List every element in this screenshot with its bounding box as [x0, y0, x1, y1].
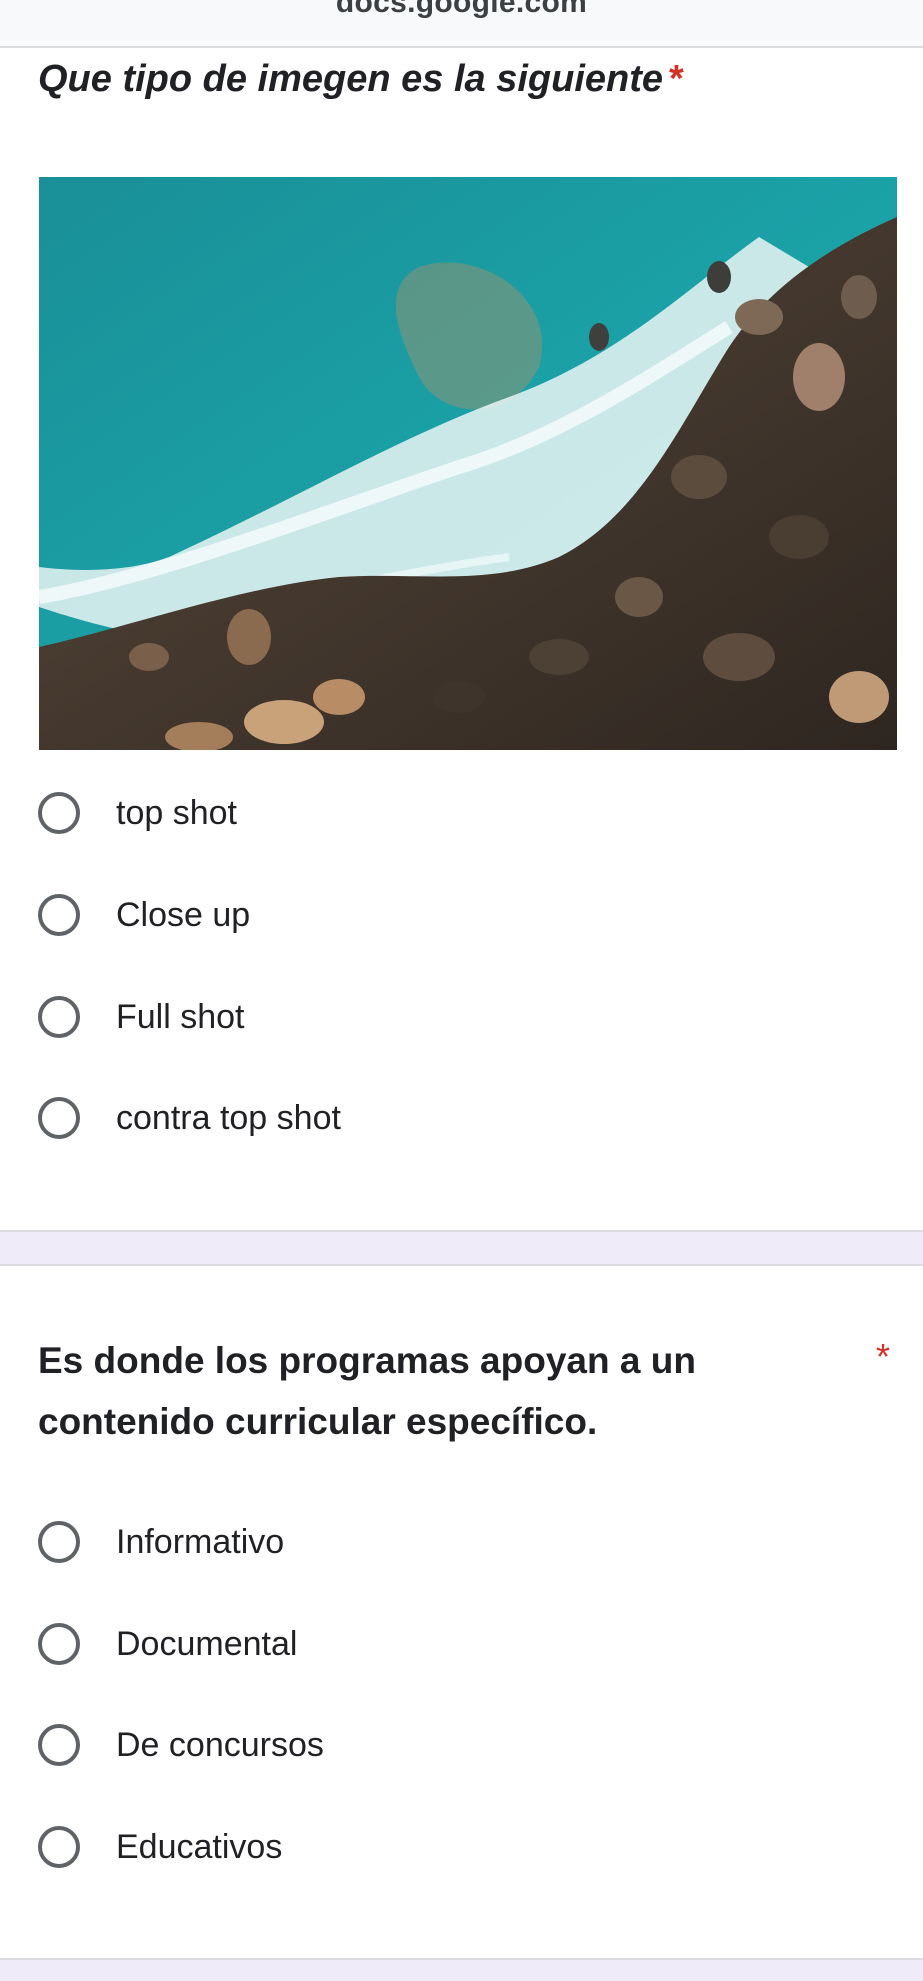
option-label: Close up — [116, 895, 251, 934]
option-close-up[interactable]: Close up — [38, 885, 638, 945]
option-label: De concursos — [116, 1725, 324, 1764]
radio-button-icon[interactable] — [38, 1724, 80, 1766]
option-label: Full shot — [116, 997, 245, 1036]
radio-button-icon[interactable] — [38, 1826, 80, 1868]
question-title-text: Que tipo de imegen es la siguiente — [38, 58, 664, 100]
required-asterisk: * — [876, 1336, 891, 1377]
radio-button-icon[interactable] — [38, 1623, 80, 1665]
option-informativo[interactable]: Informativo — [38, 1512, 638, 1572]
option-top-shot[interactable]: top shot — [38, 783, 638, 843]
option-label: Educativos — [116, 1827, 283, 1866]
option-documental[interactable]: Documental — [38, 1614, 638, 1674]
option-label: contra top shot — [116, 1098, 341, 1137]
radio-button-icon[interactable] — [38, 996, 80, 1038]
option-full-shot[interactable]: Full shot — [38, 987, 638, 1047]
question-title: Que tipo de imegen es la siguiente * — [38, 58, 888, 101]
section-divider — [0, 1230, 923, 1266]
section-divider — [0, 1958, 923, 1981]
url-text: docs.google.com — [335, 0, 588, 19]
radio-button-icon[interactable] — [38, 1521, 80, 1563]
radio-button-icon[interactable] — [38, 1097, 80, 1139]
radio-button-icon[interactable] — [38, 894, 80, 936]
option-label: Documental — [116, 1624, 298, 1663]
required-asterisk: * — [669, 58, 684, 100]
question-image — [39, 177, 897, 750]
radio-button-icon[interactable] — [38, 792, 80, 834]
browser-url-bar[interactable]: docs.google.com — [0, 0, 923, 48]
option-contra-top-shot[interactable]: contra top shot — [38, 1088, 638, 1148]
question-title: Es donde los programas apoyan a un conte… — [38, 1340, 696, 1442]
option-label: top shot — [116, 793, 237, 832]
option-educativos[interactable]: Educativos — [38, 1817, 638, 1877]
option-de-concursos[interactable]: De concursos — [38, 1715, 638, 1775]
option-label: Informativo — [116, 1522, 285, 1561]
